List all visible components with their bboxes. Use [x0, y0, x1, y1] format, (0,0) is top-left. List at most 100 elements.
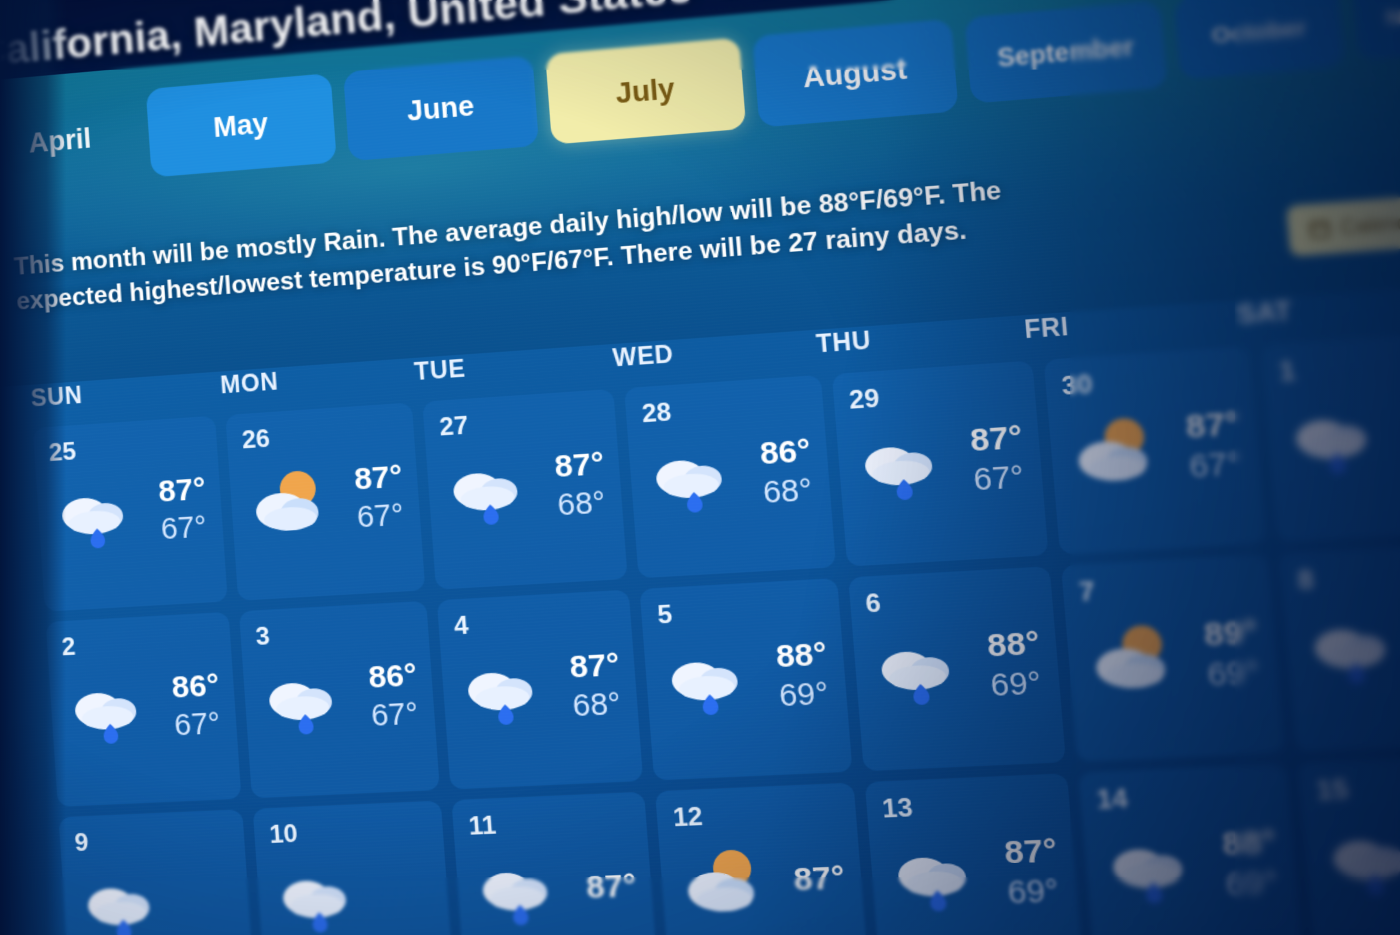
day-forecast: 87° 68° — [456, 646, 624, 731]
month-tab-september[interactable]: September — [964, 0, 1168, 104]
day-low-temp: 69° — [777, 676, 830, 714]
day-temps: 87° 67° — [969, 418, 1027, 500]
calendar-grid: 25 87° 67° 26 87° 67° 27 87° 68° 28 86° 68° 29 87° 67°… — [32, 331, 1400, 935]
calendar-day-cell[interactable]: 28 86° 68° — [624, 374, 836, 579]
month-tab-july[interactable]: July — [545, 37, 747, 145]
partly-cloudy-icon — [687, 849, 756, 913]
day-low-temp: 69° — [1206, 654, 1261, 693]
day-number: 15 — [1315, 774, 1350, 807]
day-number: 29 — [848, 384, 881, 416]
calendar-day-cell[interactable]: 3 86° 67° — [239, 600, 441, 799]
month-tab-october[interactable]: October — [1173, 0, 1345, 80]
rain-icon — [655, 459, 724, 513]
rain-icon — [879, 650, 950, 706]
day-temps: 87° 67° — [157, 471, 209, 549]
day-high-temp: 86° — [170, 668, 221, 706]
day-high-temp: 87° — [553, 446, 606, 485]
rain-icon — [62, 498, 123, 548]
calendar-day-cell[interactable]: 29 87° 67° — [831, 360, 1049, 567]
calendar-day-cell[interactable]: 5 88° 69° — [639, 578, 853, 781]
day-high-temp: 87° — [1184, 405, 1241, 446]
calendar-day-cell[interactable]: 25 87° 67° — [32, 415, 228, 612]
day-forecast: 87°67° — [51, 471, 210, 555]
calendar-day-cell[interactable]: 14 88° 69° — [1078, 763, 1304, 935]
calendar-day-cell[interactable]: 15 88°69° — [1297, 753, 1400, 935]
day-forecast: 88°69° — [660, 635, 832, 721]
day-forecast: 88°69° — [1319, 814, 1400, 902]
calendar-day-cell[interactable]: 12 87° — [655, 782, 869, 935]
month-tab-august[interactable]: August — [752, 18, 959, 128]
calendar-day-cell[interactable]: 10 — [252, 800, 455, 935]
day-number: 14 — [1095, 784, 1130, 816]
month-tab-april[interactable]: April — [0, 90, 139, 191]
day-high-temp: 87° — [968, 419, 1024, 459]
day-forecast: 88°69° — [1099, 823, 1281, 910]
day-low-temp: 69° — [1006, 873, 1060, 911]
rain-icon — [896, 856, 967, 912]
day-high-temp: 87° — [792, 859, 847, 898]
day-low-temp: 67° — [355, 497, 405, 535]
calendar-day-cell[interactable]: 9 — [58, 809, 256, 935]
day-number: 3 — [254, 622, 271, 652]
partly-cloudy-icon — [1094, 624, 1167, 690]
day-forecast: 86° 67° — [64, 667, 223, 750]
day-forecast: 86° 67° — [258, 657, 421, 741]
day-forecast: 87°67° — [244, 458, 407, 543]
rain-icon — [452, 471, 519, 526]
month-tab-may[interactable]: May — [145, 73, 337, 178]
day-number: 9 — [73, 828, 90, 858]
day-forecast: 87°67° — [852, 418, 1028, 507]
day-high-temp: 87° — [157, 471, 207, 510]
day-number: 30 — [1060, 369, 1094, 402]
day-number: 5 — [656, 600, 674, 630]
day-temps: 87° 67° — [1184, 404, 1244, 487]
day-high-temp: 86° — [367, 657, 419, 696]
calendar-view-label: Calendar — [1339, 209, 1400, 238]
rain-icon — [87, 887, 151, 935]
day-forecast: 88°69° — [868, 624, 1044, 711]
calendar-day-cell[interactable]: 11 87° — [451, 791, 660, 935]
day-high-temp: 88° — [985, 625, 1041, 665]
calendar-day-cell[interactable]: 13 87° 69° — [864, 773, 1084, 935]
partly-cloudy-icon — [1076, 417, 1149, 483]
day-number: 12 — [671, 802, 704, 833]
day-low-temp: 67° — [369, 696, 420, 733]
day-temps: 88° 69° — [1221, 823, 1282, 906]
weather-app-screen: Monthly Forecast Records and Averages Se… — [0, 0, 1400, 935]
day-forecast: 87°67° — [1064, 404, 1244, 494]
rain-icon — [1313, 628, 1387, 685]
calendar-day-cell[interactable]: 26 87° 67° — [225, 402, 426, 601]
calendar-day-cell[interactable]: 2 86° 67° — [45, 611, 242, 807]
month-tab-june[interactable]: June — [343, 55, 540, 162]
day-number: 10 — [268, 819, 299, 850]
day-low-temp: 68° — [556, 485, 607, 523]
day-temps: 86° 68° — [759, 432, 816, 513]
calendar-icon — [1309, 218, 1331, 239]
calendar-day-cell[interactable]: 7 89° 69° — [1060, 554, 1285, 762]
day-low-temp: 69° — [1224, 864, 1280, 903]
day-temps: 87° 69° — [1003, 832, 1062, 914]
calendar-day-cell[interactable]: 30 87° 67° — [1043, 346, 1267, 555]
calendar-day-cell[interactable]: 8 88°69° — [1278, 541, 1400, 753]
day-low-temp: 68° — [761, 472, 814, 511]
partly-cloudy-icon — [255, 469, 320, 532]
day-high-temp: 87° — [568, 647, 621, 686]
calendar-day-cell[interactable]: 187°67° — [1260, 331, 1400, 543]
rain-icon — [671, 661, 740, 716]
day-number: 2 — [60, 632, 77, 662]
month-tab-november[interactable]: November — [1351, 0, 1400, 61]
calendar-day-cell[interactable]: 27 87° 68° — [422, 388, 629, 590]
day-number: 4 — [453, 611, 470, 641]
day-low-temp: 67° — [159, 509, 208, 547]
day-forecast: 88°69° — [1301, 601, 1400, 691]
calendar-day-cell[interactable]: 6 88° 69° — [847, 566, 1066, 772]
day-high-temp: 87° — [352, 459, 404, 497]
day-temps: 88° 69° — [986, 624, 1045, 706]
day-high-temp: 88° — [1220, 823, 1278, 863]
day-low-temp: 68° — [571, 686, 622, 724]
rain-icon — [268, 682, 333, 735]
calendar-day-cell[interactable]: 4 87° 68° — [437, 589, 644, 790]
day-temps: 87° — [585, 867, 638, 908]
rain-icon — [1294, 418, 1368, 475]
day-low-temp: 69° — [989, 665, 1043, 704]
